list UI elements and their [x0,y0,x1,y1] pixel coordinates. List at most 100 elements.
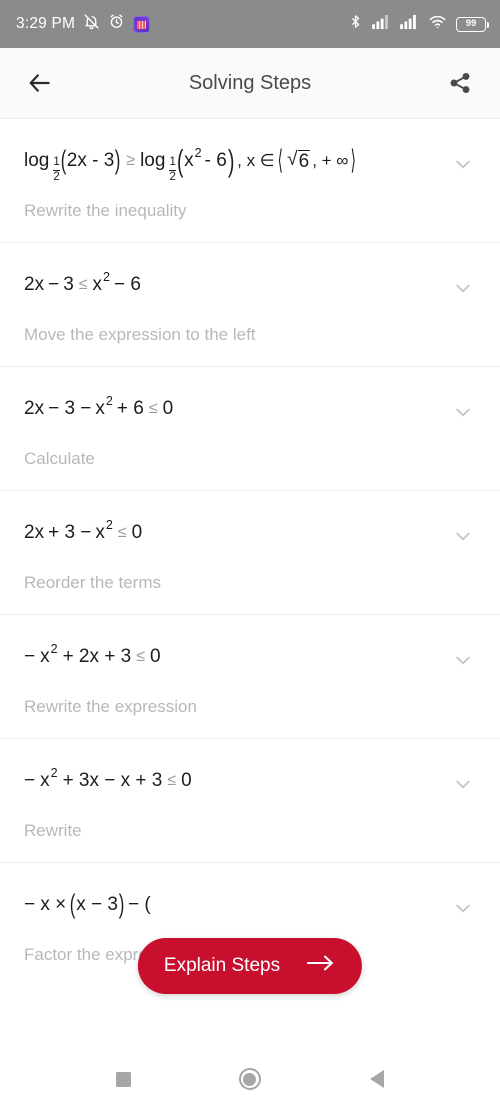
fraction-numerator: 1 [169,156,176,169]
operator: − [48,274,60,295]
exponent: 2 [103,270,110,285]
step-equation: log 1 2 ( 2x - 3 ) ≥ log 1 2 ( x2 - 6 ) … [24,141,476,183]
step-equation: − x2 + 2x + 3 ≤ 0 [24,637,476,677]
log-label: log [140,150,166,171]
operator: − [24,770,36,791]
wifi-icon [428,14,447,34]
term: − 6 [114,274,141,295]
circle-icon [238,1068,261,1090]
paren-close: ) [115,145,121,175]
relation-symbol: ≤ [136,647,146,665]
back-button[interactable] [20,63,60,103]
page-title: Solving Steps [188,71,312,94]
square-root: √ 6 [287,149,311,172]
solving-steps-list[interactable]: log 1 2 ( 2x - 3 ) ≥ log 1 2 ( x2 - 6 ) … [0,118,500,1047]
variable: x [95,522,105,543]
signal-2-icon [400,14,419,34]
step-caption: Move the expression to the left [24,324,256,344]
log-argument: 2x - 3 [66,150,115,171]
arrow-right-icon [306,953,336,979]
operator: − 3 − [48,398,92,419]
paren-close: ) [118,889,125,919]
expand-step-button[interactable] [446,643,480,677]
step-row[interactable]: 2x + 3 − x2 ≤ 0 Reorder the terms [0,490,500,614]
radicand: 6 [297,150,311,172]
term: 0 [162,398,174,419]
term: 2x [24,522,45,543]
app-badge-icon [133,15,151,33]
term: + 6 [116,398,144,419]
fraction-numerator: 1 [53,156,60,169]
paren-open: ( [60,145,67,175]
term: + 2x + 3 [62,646,132,667]
explain-steps-label: Explain Steps [163,955,281,976]
variable: x [40,770,50,791]
back-nav-button[interactable] [353,1055,401,1103]
term: 0 [150,646,161,667]
step-caption: Rewrite the expression [24,696,197,716]
expand-step-button[interactable] [446,891,480,925]
battery-indicator: 99 [456,16,489,32]
expand-step-button[interactable] [446,519,480,553]
expand-step-button[interactable] [446,147,480,181]
exponent: 2 [194,146,202,161]
term: + 3x − x + 3 [62,770,163,791]
variable: x [40,646,50,667]
chevron-down-icon [456,532,470,540]
step-row[interactable]: − x2 + 2x + 3 ≤ 0 Rewrite the expression [0,614,500,738]
paren-close: ) [227,143,235,178]
term: 2x [24,274,45,295]
angle-bracket-open: ⟨ [277,145,283,175]
expand-step-button[interactable] [446,271,480,305]
angle-bracket-close: ⟩ [351,145,357,175]
radical-sign: √ [287,149,298,170]
log-argument-rest: - 6 [204,150,227,171]
step-caption: Rewrite the inequality [24,200,187,220]
term: 3 [63,274,74,295]
status-bar-left: 3:29 PM [16,13,151,35]
step-caption: Rewrite [24,820,82,840]
operator: − [24,646,36,667]
exponent: 2 [50,642,58,657]
chevron-down-icon [456,904,470,912]
home-button[interactable] [226,1055,274,1103]
exponent: 2 [50,766,58,781]
relation-symbol: ≥ [126,151,136,169]
log-base-fraction: 1 2 [169,156,176,183]
fraction-denominator: 2 [169,170,176,183]
factor: x − 3 [76,894,118,915]
explain-steps-button[interactable]: Explain Steps [137,938,363,994]
arrow-left-icon [29,74,50,92]
step-row[interactable]: − x2 + 3x − x + 3 ≤ 0 Rewrite [0,738,500,862]
chevron-down-icon [456,284,470,292]
chevron-down-icon [456,656,470,664]
domain-prefix: , x ∈ [237,151,275,170]
step-equation: 2x + 3 − x2 ≤ 0 [24,513,476,553]
recents-button[interactable] [99,1055,147,1103]
relation-symbol: ≤ [167,771,177,789]
expand-step-button[interactable] [446,395,480,429]
relation-symbol: ≤ [117,523,127,541]
triangle-back-icon [369,1070,384,1088]
relation-symbol: ≤ [78,275,88,293]
bell-muted-icon [83,13,100,35]
share-button[interactable] [440,63,480,103]
term: 0 [181,770,192,791]
log-label: log [24,150,50,171]
relation-symbol: ≤ [148,399,158,417]
term: 2x [24,398,45,419]
alarm-clock-icon [108,13,125,35]
fraction-denominator: 2 [53,170,60,183]
paren-open: ( [176,143,184,178]
step-equation: − x2 + 3x − x + 3 ≤ 0 [24,761,476,801]
chevron-down-icon [456,780,470,788]
variable: x [184,150,194,171]
app-bar: Solving Steps [0,48,500,118]
step-row[interactable]: 2x − 3 ≤ x2 − 6 Move the expression to t… [0,242,500,366]
operator: + 3 − [48,522,92,543]
factor-tail: − ( [127,894,151,915]
exponent: 2 [105,394,113,409]
step-row[interactable]: log 1 2 ( 2x - 3 ) ≥ log 1 2 ( x2 - 6 ) … [0,118,500,242]
expand-step-button[interactable] [446,767,480,801]
step-row[interactable]: 2x − 3 − x2 + 6 ≤ 0 Calculate [0,366,500,490]
